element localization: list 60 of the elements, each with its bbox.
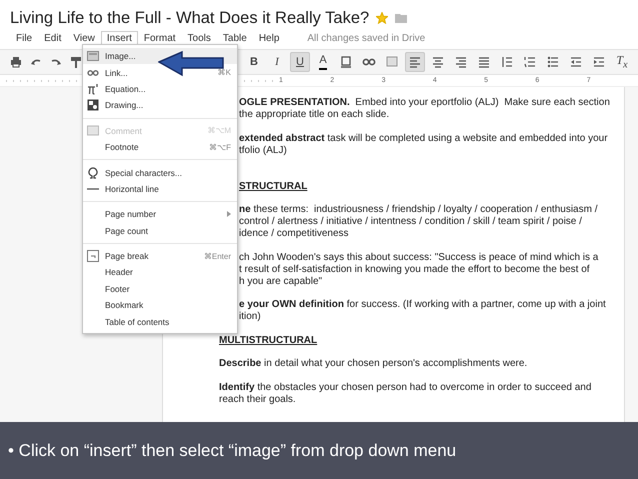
document-title[interactable]: Living Life to the Full - What Does it Really Take? (10, 8, 370, 28)
star-icon[interactable] (376, 12, 388, 24)
comment-icon (87, 124, 99, 137)
menu-item[interactable]: Table of contents (83, 313, 237, 330)
paragraph: Describe in detail what your chosen person's accomplishments were. (219, 358, 528, 370)
menu-item[interactable]: Insert (100, 30, 138, 46)
bulleted-list-icon[interactable] (547, 56, 559, 68)
menu-item[interactable]: Format (138, 30, 182, 46)
align-center-icon[interactable] (432, 56, 444, 68)
section-heading: STRUCTURAL (239, 180, 308, 192)
numbered-list-icon[interactable] (524, 56, 536, 68)
menu-item[interactable]: Page count (83, 222, 237, 239)
menu-item[interactable]: Header (83, 264, 237, 281)
menu-item[interactable]: Footnote ⌘⌥F (83, 138, 237, 156)
pi-icon (87, 82, 99, 95)
underline-button[interactable]: U (290, 52, 310, 72)
menu-item[interactable]: Bookmark (83, 297, 237, 314)
menu-item[interactable]: Page number (83, 206, 237, 223)
caption-text: • Click on “insert” then select “image” from drop down menu (7, 440, 456, 460)
paragraph: e your OWN definition for success. (If working with a partner, come up with a joint ition) (239, 299, 607, 323)
menu-item[interactable]: Tools (182, 30, 217, 46)
paint-format-icon[interactable] (70, 56, 82, 68)
submenu-arrow-icon (227, 211, 231, 218)
menu-item[interactable]: Horizontal line (83, 180, 237, 198)
increase-indent-icon[interactable] (593, 56, 605, 68)
menu-item[interactable]: Footer (83, 280, 237, 298)
menu-item[interactable]: Edit (38, 30, 68, 46)
menu-item[interactable]: Table (216, 30, 253, 46)
bold-button[interactable]: B (244, 52, 264, 72)
save-status: All changes saved in Drive (307, 32, 426, 44)
link-icon[interactable] (362, 56, 376, 68)
drawing-icon (87, 99, 99, 112)
paragraph: OGLE PRESENTATION. Embed into your eportfolio (ALJ) Make sure each section the appropriate title on each slide. (239, 97, 611, 121)
comment-icon[interactable] (386, 56, 398, 68)
menu-item[interactable]: File (10, 30, 38, 46)
align-right-icon[interactable] (455, 56, 467, 68)
line-spacing-icon[interactable] (501, 56, 513, 68)
menu-item[interactable]: Page break ⌘Enter (83, 248, 237, 264)
menu-item[interactable]: Equation... (83, 80, 237, 98)
menu-item[interactable]: View (67, 30, 101, 46)
omega-icon (87, 166, 99, 179)
decrease-indent-icon[interactable] (570, 56, 582, 68)
print-icon[interactable] (10, 56, 22, 68)
page-break-icon (87, 250, 99, 262)
highlight-icon[interactable] (340, 56, 352, 68)
image-icon (87, 50, 99, 62)
menu-item[interactable]: Special characters... (83, 164, 237, 181)
menu-item[interactable]: Link... ⌘K (83, 64, 237, 81)
section-heading: MULTISTRUCTURAL (219, 334, 318, 346)
clear-formatting-button[interactable]: T$_{x}$ (612, 52, 632, 72)
menu-item[interactable]: Drawing... (83, 97, 237, 114)
paragraph: Identify the obstacles your chosen person had to overcome in order to succeed and reach their goals. (219, 382, 592, 406)
paragraph: ne these terms: industriousness / friendship / loyalty / cooperation / enthusiasm / control / alertness / initiative / intentness / condition / skill / team spirit / poise / idence / competitiveness (239, 204, 599, 240)
italic-button[interactable]: I (267, 52, 287, 72)
menu-item[interactable]: Help (252, 30, 286, 46)
align-left-icon[interactable] (409, 56, 421, 68)
text-color-button[interactable]: A (313, 52, 333, 72)
paragraph: extended abstract task will be completed using a website and embedded into your tfolio (ALJ) (239, 132, 609, 156)
paragraph: ch John Wooden's says this about success: "Success is peace of mind which is a t result of self-satisfaction in knowing you made the effort to become the best of h you are capable" (239, 252, 600, 288)
justify-icon[interactable] (478, 56, 490, 68)
